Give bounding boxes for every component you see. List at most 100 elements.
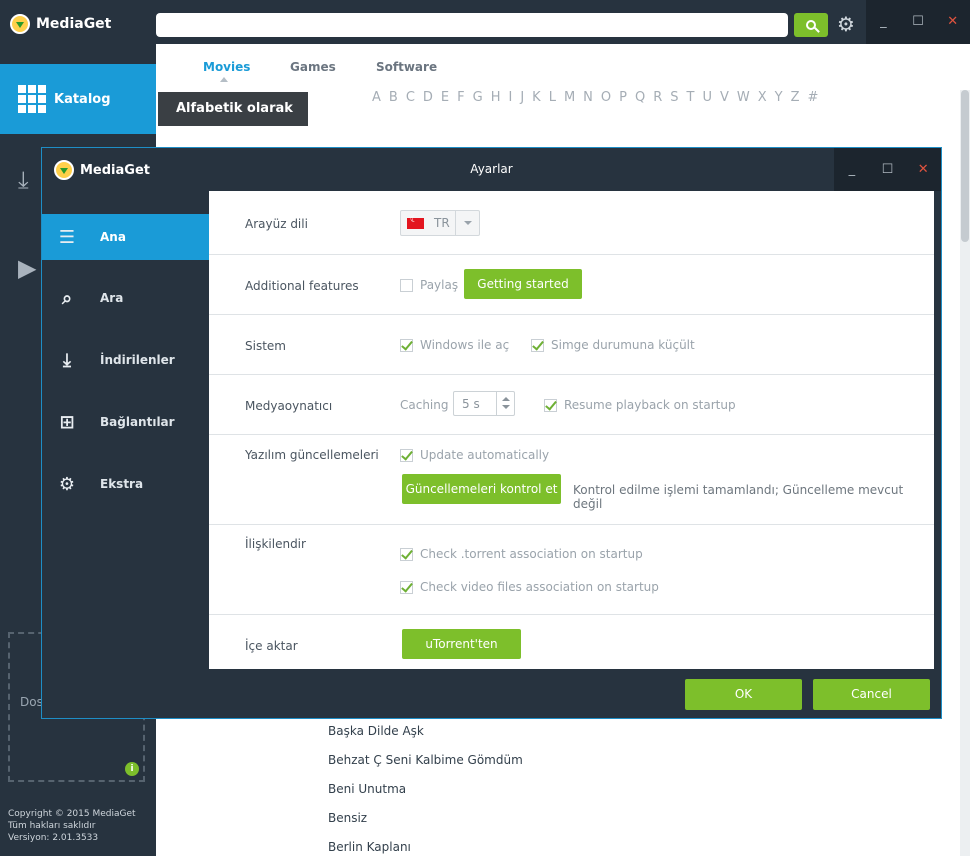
torrent-association-checkbox[interactable]: Check .torrent association on startup: [400, 547, 643, 561]
auto-update-checkbox[interactable]: Update automatically: [400, 448, 549, 462]
checkbox-box[interactable]: [400, 580, 413, 594]
stepper-arrows[interactable]: [496, 392, 514, 415]
check-updates-button[interactable]: Güncellemeleri kontrol et: [402, 474, 561, 504]
dialog-close-button[interactable]: ✕: [905, 148, 941, 191]
gear-icon: ⚙: [58, 473, 76, 495]
alphabet-letter[interactable]: V: [720, 90, 729, 105]
windows-startup-checkbox[interactable]: Windows ile aç: [400, 338, 509, 352]
checkbox-box[interactable]: [400, 547, 413, 561]
alphabet-letter[interactable]: K: [532, 90, 541, 105]
dialog-footer: OK Cancel: [209, 669, 941, 718]
language-value: TR: [434, 216, 450, 230]
category-tabs: Movies Games Software: [156, 44, 970, 90]
alphabet-letter[interactable]: J: [520, 90, 524, 105]
getting-started-button[interactable]: Getting started: [464, 269, 582, 299]
minimize-to-tray-checkbox[interactable]: Simge durumuna küçült: [531, 338, 695, 352]
alphabet-letter[interactable]: H: [491, 90, 501, 105]
cancel-button[interactable]: Cancel: [813, 679, 930, 710]
alphabet-letter[interactable]: E: [441, 90, 449, 105]
alphabet-letter[interactable]: M: [564, 90, 575, 105]
checkbox-box[interactable]: [544, 398, 557, 412]
nav-item-ara[interactable]: ⌕ Ara: [42, 275, 209, 321]
list-item[interactable]: Bensiz: [328, 809, 523, 838]
nav-item-ana[interactable]: ☰ Ana: [42, 214, 209, 260]
alphabet-letter[interactable]: A: [372, 90, 381, 105]
tab-software[interactable]: Software: [376, 60, 437, 74]
settings-gear-icon[interactable]: ⚙: [837, 12, 855, 36]
dialog-minimize-button[interactable]: _: [834, 148, 870, 191]
nav-item-baglantilar[interactable]: ⊞ Bağlantılar: [42, 399, 209, 445]
alphabet-letter[interactable]: P: [619, 90, 627, 105]
checkbox-box[interactable]: [400, 338, 413, 352]
alphabet-letter[interactable]: Y: [775, 90, 783, 105]
list-item[interactable]: Beni Unutma: [328, 780, 523, 809]
checkbox-box[interactable]: [400, 448, 413, 462]
dialog-title: Ayarlar: [470, 162, 513, 176]
arrow-up-icon[interactable]: [502, 397, 510, 401]
alphabet-letter[interactable]: Q: [635, 90, 645, 105]
alphabet-letter[interactable]: W: [737, 90, 750, 105]
alphabet-letter[interactable]: Z: [791, 90, 800, 105]
dialog-title-bar[interactable]: MediaGet Ayarlar _ ☐ ✕: [42, 148, 941, 191]
download-icon: ⤓: [63, 349, 71, 371]
ok-button[interactable]: OK: [685, 679, 802, 710]
minimize-button[interactable]: _: [866, 0, 901, 44]
alphabet-letter[interactable]: O: [601, 90, 611, 105]
tab-games[interactable]: Games: [290, 60, 336, 74]
version-line: Versiyon: 2.01.3533: [8, 833, 99, 843]
checkbox-box[interactable]: [400, 278, 413, 292]
nav-item-ekstra[interactable]: ⚙ Ekstra: [42, 461, 209, 507]
alphabet-letter[interactable]: N: [583, 90, 593, 105]
alphabet-letter[interactable]: #: [808, 90, 819, 105]
alphabet-letter[interactable]: F: [457, 90, 464, 105]
alphabet-letter[interactable]: U: [702, 90, 712, 105]
maximize-button[interactable]: ☐: [901, 0, 936, 44]
chevron-down-icon: [455, 211, 479, 235]
info-icon[interactable]: i: [125, 762, 139, 776]
alphabet-letter[interactable]: B: [389, 90, 398, 105]
close-button[interactable]: ✕: [935, 0, 970, 44]
copyright-line: Copyright © 2015 MediaGet: [8, 809, 136, 819]
alphabet-letter[interactable]: L: [549, 90, 556, 105]
startup-label: Windows ile aç: [420, 338, 510, 352]
settings-row-language: Arayüz dili TR: [209, 191, 934, 255]
alphabet-letter[interactable]: T: [687, 90, 695, 105]
turkey-flag-icon: [407, 215, 424, 229]
resume-playback-checkbox[interactable]: Resume playback on startup: [544, 398, 736, 412]
import-utorrent-button[interactable]: uTorrent'ten: [402, 629, 521, 659]
scrollbar-thumb[interactable]: [961, 90, 969, 242]
alphabet-letter[interactable]: S: [670, 90, 678, 105]
checkbox-box[interactable]: [531, 338, 544, 352]
alphabet-letter[interactable]: C: [406, 90, 415, 105]
dialog-maximize-button[interactable]: ☐: [870, 148, 906, 191]
additional-label: Additional features: [245, 279, 359, 293]
caching-stepper[interactable]: 5 s: [453, 391, 515, 416]
alphabet-letter[interactable]: X: [758, 90, 767, 105]
list-item[interactable]: Başka Dilde Aşk: [328, 722, 523, 751]
app-name: MediaGet: [36, 16, 112, 32]
tab-movies[interactable]: Movies: [203, 60, 250, 74]
share-checkbox[interactable]: Paylaş: [400, 278, 458, 292]
video-association-checkbox[interactable]: Check video files association on startup: [400, 580, 659, 594]
scrollbar[interactable]: [960, 90, 970, 856]
alphabet-letter[interactable]: D: [423, 90, 433, 105]
arrow-down-icon[interactable]: [502, 405, 510, 409]
alphabet-letter[interactable]: I: [508, 90, 512, 105]
grid-icon: [18, 85, 46, 113]
alphabet-letter[interactable]: G: [473, 90, 483, 105]
search-button[interactable]: [794, 13, 828, 37]
alphabetical-sort-button[interactable]: Alfabetik olarak: [158, 92, 308, 126]
settings-row-player: Medyaoynatıcı Caching 5 s Resume playbac…: [209, 375, 934, 435]
play-icon[interactable]: ▶: [18, 254, 36, 282]
search-input[interactable]: [156, 13, 788, 37]
sliders-icon: ☰: [58, 226, 76, 248]
alphabet-letter[interactable]: R: [653, 90, 662, 105]
list-item[interactable]: Behzat Ç Seni Kalbime Gömdüm: [328, 751, 523, 780]
language-select[interactable]: TR: [400, 210, 480, 236]
list-item[interactable]: Berlin Kaplanı: [328, 838, 523, 856]
share-label: Paylaş: [420, 278, 459, 292]
download-icon[interactable]: ⤓: [18, 166, 29, 194]
video-association-label: Check video files association on startup: [420, 580, 659, 594]
sidebar-item-katalog[interactable]: Katalog: [0, 64, 156, 134]
nav-item-indirilenler[interactable]: ⤓ İndirilenler: [42, 337, 209, 383]
